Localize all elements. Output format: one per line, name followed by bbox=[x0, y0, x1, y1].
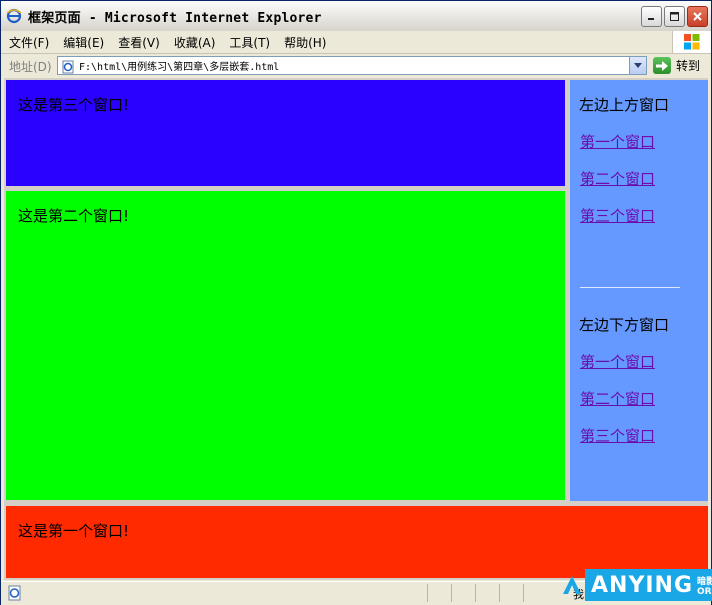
watermark-brand: ANYING bbox=[591, 572, 694, 598]
go-label: 转到 bbox=[676, 59, 701, 73]
page-icon bbox=[61, 59, 75, 73]
watermark-box: ANYING 暗影 ORG bbox=[585, 569, 712, 601]
minimize-icon bbox=[648, 18, 654, 20]
status-divider bbox=[475, 584, 476, 602]
frame-third-text: 这是第三个窗口! bbox=[18, 96, 130, 114]
frame-third: 这是第三个窗口! bbox=[6, 80, 565, 186]
address-value: F:\html\用例练习\第四章\多层嵌套.html bbox=[79, 62, 280, 73]
nav-lower-link-first[interactable]: 第一个窗口 bbox=[580, 351, 655, 372]
status-page-icon bbox=[7, 585, 23, 601]
nav-lower-heading: 左边下方窗口 bbox=[579, 316, 670, 334]
watermark-cn: 暗影 bbox=[697, 576, 712, 587]
menu-view[interactable]: 查看(V) bbox=[118, 34, 160, 51]
nav-upper-heading: 左边上方窗口 bbox=[579, 96, 670, 114]
address-input[interactable]: F:\html\用例练习\第四章\多层嵌套.html bbox=[57, 56, 647, 75]
frame-nav: 左边上方窗口 第一个窗口 第二个窗口 第三个窗口 左边下方窗口 第一个窗口 第二… bbox=[570, 80, 708, 501]
menu-help[interactable]: 帮助(H) bbox=[284, 34, 326, 51]
address-dropdown-button[interactable] bbox=[629, 57, 646, 74]
status-divider bbox=[523, 584, 524, 602]
menu-file[interactable]: 文件(F) bbox=[9, 34, 49, 51]
nav-upper-link-second[interactable]: 第二个窗口 bbox=[580, 168, 655, 189]
anying-logo-icon bbox=[561, 572, 583, 598]
nav-divider bbox=[580, 287, 680, 288]
frame-first-text: 这是第一个窗口! bbox=[18, 522, 130, 540]
minimize-button[interactable] bbox=[641, 6, 662, 27]
watermark-logo: ANYING 暗影 ORG bbox=[561, 568, 712, 602]
nav-lower-link-second[interactable]: 第二个窗口 bbox=[580, 388, 655, 409]
go-button[interactable]: 转到 bbox=[653, 56, 705, 75]
status-divider bbox=[499, 584, 500, 602]
maximize-button[interactable] bbox=[664, 6, 685, 27]
go-arrow-icon bbox=[653, 57, 671, 74]
dropdown-arrow-icon bbox=[634, 63, 642, 68]
nav-lower-link-third[interactable]: 第三个窗口 bbox=[580, 425, 655, 446]
address-label: 地址(D) bbox=[9, 59, 52, 74]
browser-window: 框架页面 - Microsoft Internet Explorer 文件(F)… bbox=[0, 0, 712, 605]
address-bar: 地址(D) F:\html\用例练习\第四章\多层嵌套.html 转到 bbox=[1, 54, 711, 78]
menu-tools[interactable]: 工具(T) bbox=[229, 34, 270, 51]
close-icon bbox=[693, 12, 702, 21]
nav-upper-link-first[interactable]: 第一个窗口 bbox=[580, 131, 655, 152]
maximize-icon bbox=[670, 12, 679, 21]
close-button[interactable] bbox=[687, 6, 708, 27]
frame-second-text: 这是第二个窗口! bbox=[18, 207, 130, 225]
status-divider bbox=[451, 584, 452, 602]
frameset: 这是第三个窗口! 这是第二个窗口! 左边上方窗口 第一个窗口 第二个窗口 第三个… bbox=[4, 78, 708, 580]
frame-second: 这是第二个窗口! bbox=[6, 191, 565, 500]
nav-upper-link-third[interactable]: 第三个窗口 bbox=[580, 205, 655, 226]
watermark-org: ORG bbox=[697, 586, 712, 597]
menu-edit[interactable]: 编辑(E) bbox=[63, 34, 104, 51]
status-divider bbox=[427, 584, 428, 602]
menu-bar: 文件(F) 编辑(E) 查看(V) 收藏(A) 工具(T) 帮助(H) bbox=[1, 31, 711, 54]
windows-logo-icon bbox=[672, 31, 711, 53]
ie-icon bbox=[6, 8, 22, 24]
menu-favorites[interactable]: 收藏(A) bbox=[174, 34, 216, 51]
title-bar[interactable]: 框架页面 - Microsoft Internet Explorer bbox=[1, 1, 711, 31]
window-title: 框架页面 - Microsoft Internet Explorer bbox=[28, 10, 322, 26]
